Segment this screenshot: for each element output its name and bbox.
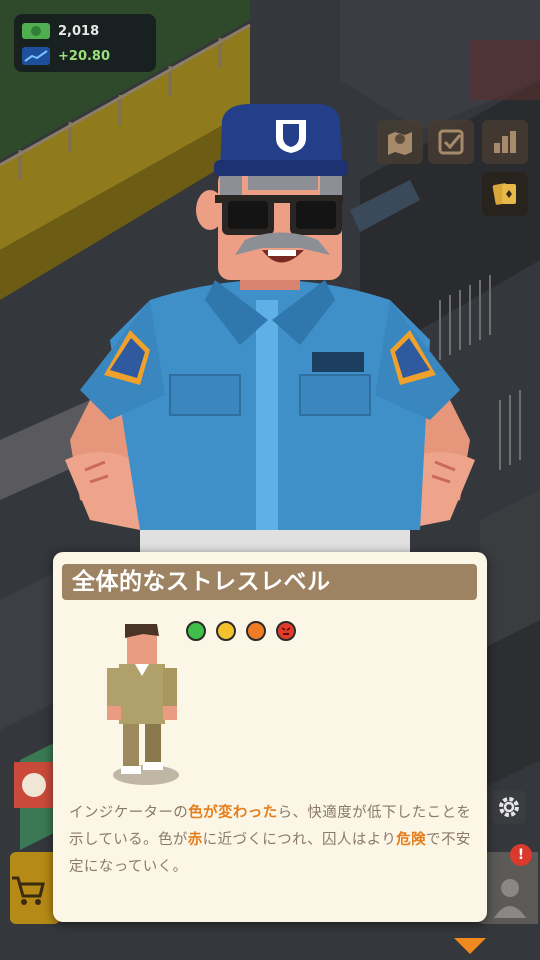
staff-button[interactable] <box>478 852 538 924</box>
card-description: インジケーターの色が変わったら、快適度が低下したことを示している。色が赤に近づく… <box>69 800 473 881</box>
alert-badge: ! <box>510 844 532 866</box>
stress-indicator-green <box>186 621 206 641</box>
cash-icon <box>22 23 50 39</box>
stress-indicator-yellow <box>216 621 236 641</box>
trend-icon <box>22 47 50 65</box>
stats-icon <box>494 131 516 153</box>
checklist-icon <box>438 129 464 155</box>
stress-indicator-red-angry-icon <box>276 621 296 641</box>
next-arrow-icon[interactable] <box>454 938 486 954</box>
desc-text-1: インジケーターの <box>69 805 189 821</box>
income-rate: +20.80 <box>58 48 111 64</box>
desc-text-3: に近づくにつれ、囚人はより <box>202 832 397 848</box>
desc-highlight-color-change: 色が変わった <box>188 805 278 821</box>
desc-highlight-danger: 危険 <box>396 832 427 848</box>
tasks-button[interactable] <box>428 120 474 164</box>
cards-button[interactable] <box>482 172 528 216</box>
gear-icon <box>499 797 519 817</box>
map-icon <box>388 132 412 155</box>
settings-button[interactable] <box>492 790 526 824</box>
stress-indicator-orange <box>246 621 266 641</box>
cards-icon <box>492 183 516 205</box>
stress-indicators <box>186 621 296 641</box>
staff-icon <box>494 879 526 918</box>
tutorial-card[interactable]: 全体的なストレスレベル インジケーターの色が変わったら、快適度が低下したことを示… <box>53 552 487 922</box>
card-title: 全体的なストレスレベル <box>62 564 477 600</box>
desc-highlight-red: 赤 <box>187 832 203 848</box>
stats-button[interactable] <box>482 120 528 164</box>
prisoner-figure <box>107 624 179 785</box>
map-button[interactable] <box>377 120 423 164</box>
money-value: 2,018 <box>58 23 100 39</box>
money-hud: 2,018 +20.80 <box>14 14 156 72</box>
cart-icon <box>12 876 45 905</box>
